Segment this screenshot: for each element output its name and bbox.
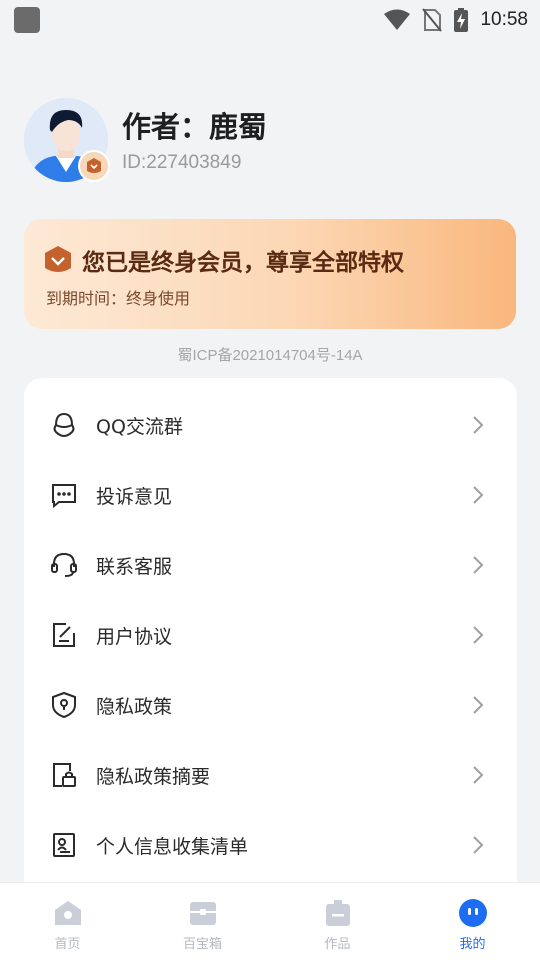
lock-document-icon [50,761,78,789]
chevron-right-icon [471,695,485,715]
menu-label: 个人信息收集清单 [96,835,249,858]
chevron-right-icon [471,555,485,575]
membership-card[interactable]: 您已是终身会员，尊享全部特权 到期时间：终身使用 [24,219,516,329]
member-crown-icon [44,245,72,279]
battery-charging-icon [454,8,469,32]
menu-item-privacy-summary[interactable]: 隐私政策摘要 [24,740,517,810]
chevron-right-icon [471,625,485,645]
nav-mine[interactable]: 我的 [405,883,540,960]
toolbox-icon [188,898,218,928]
chevron-right-icon [471,485,485,505]
status-time: 10:58 [480,9,528,30]
nav-label: 作品 [324,937,351,952]
qq-icon [50,411,78,439]
settings-menu: QQ交流群 投诉意见 联系客服 用户协议 隐私政策 隐私政策摘要 个人信息收集清… [24,378,517,898]
chevron-right-icon [471,415,485,435]
menu-item-feedback[interactable]: 投诉意见 [24,460,517,530]
icp-record: 蜀ICP备2021014704号-14A [177,347,363,364]
nav-home[interactable]: 首页 [0,883,135,960]
nav-works[interactable]: 作品 [270,883,405,960]
profile-face-icon [458,898,488,928]
menu-label: 投诉意见 [96,485,173,508]
menu-label: 联系客服 [96,555,173,578]
status-bar: 10:58 [0,0,540,40]
menu-label: QQ交流群 [96,415,183,438]
nav-toolbox[interactable]: 百宝箱 [135,883,270,960]
author-name: 作者：鹿蜀 [122,110,268,144]
wifi-icon [384,9,411,31]
menu-item-privacy-policy[interactable]: 隐私政策 [24,670,517,740]
user-id: ID:227403849 [122,152,242,173]
edit-document-icon [50,621,78,649]
menu-label: 用户协议 [96,625,173,648]
app-notification-icon [14,7,40,33]
id-card-icon [50,831,78,859]
chat-dots-icon [50,481,78,509]
menu-item-customer-service[interactable]: 联系客服 [24,530,517,600]
membership-title: 您已是终身会员，尊享全部特权 [82,250,404,276]
nav-label: 我的 [459,937,486,952]
vip-badge-icon [78,150,110,182]
nav-label: 首页 [54,937,81,952]
membership-expiry: 到期时间：终身使用 [46,289,191,308]
menu-label: 隐私政策 [96,695,173,718]
menu-item-qq-group[interactable]: QQ交流群 [24,390,517,460]
profile-header: 作者：鹿蜀 ID:227403849 [24,98,524,188]
no-sim-icon [422,8,443,32]
chevron-right-icon [471,835,485,855]
chevron-right-icon [471,765,485,785]
menu-item-user-agreement[interactable]: 用户协议 [24,600,517,670]
home-icon [53,898,83,928]
headset-icon [50,551,78,579]
menu-label: 隐私政策摘要 [96,765,211,788]
works-icon [323,898,353,928]
shield-icon [50,691,78,719]
menu-item-info-collection-list[interactable]: 个人信息收集清单 [24,810,517,880]
bottom-nav: 首页 百宝箱 作品 我的 [0,882,540,960]
nav-label: 百宝箱 [182,937,222,952]
